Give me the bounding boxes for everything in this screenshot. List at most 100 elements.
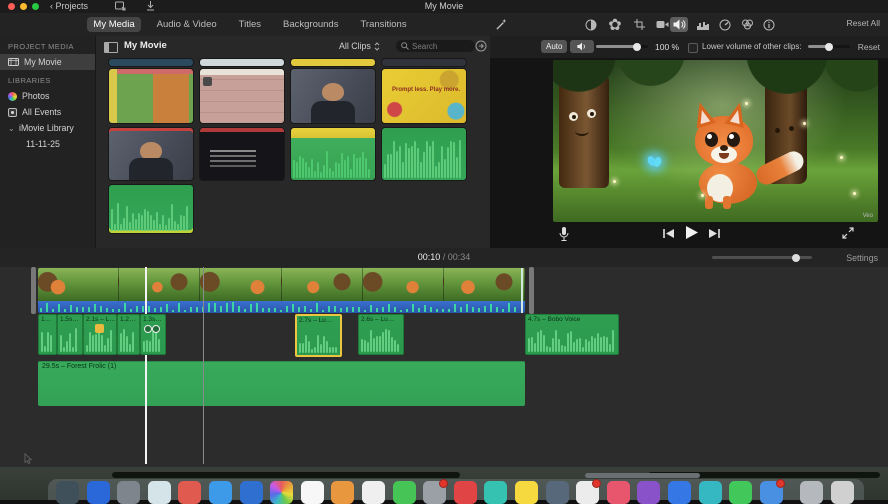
audio-clip[interactable]: 2.7s – Lu… xyxy=(295,314,342,357)
fullscreen-icon[interactable] xyxy=(842,227,854,239)
sidebar-item-all-events[interactable]: All Events xyxy=(0,104,95,120)
clip-effect-badge xyxy=(95,324,104,333)
pointer-icon xyxy=(24,453,33,464)
trim-handle-right[interactable] xyxy=(529,267,534,314)
dock-icon[interactable] xyxy=(576,479,602,504)
color-filters-icon[interactable] xyxy=(738,17,756,32)
fade-handle-right[interactable] xyxy=(152,325,160,333)
tab-transitions[interactable]: Transitions xyxy=(354,17,412,32)
dock-icon[interactable] xyxy=(637,481,661,504)
media-thumbnail-webcam[interactable] xyxy=(291,69,375,123)
reset-button[interactable]: Reset xyxy=(858,42,880,52)
sidebar-item-imovie-library[interactable]: ⌄ iMovie Library xyxy=(0,120,95,136)
dock-icon[interactable] xyxy=(698,481,722,504)
tab-my-media[interactable]: My Media xyxy=(87,17,141,32)
fox-character xyxy=(675,99,807,212)
lower-volume-checkbox[interactable] xyxy=(688,42,698,53)
noise-reduction-icon[interactable] xyxy=(694,17,712,32)
media-thumbnail-partial[interactable] xyxy=(382,59,466,66)
tab-audio-video[interactable]: Audio & Video xyxy=(151,17,223,32)
glowing-butterfly xyxy=(646,155,663,168)
dock-icon[interactable] xyxy=(362,481,385,504)
media-thumbnail-webcam-rec[interactable] xyxy=(109,128,193,180)
audio-clip[interactable]: 4.7s – Bobo Voice xyxy=(525,314,619,355)
previous-frame-icon[interactable] xyxy=(662,228,675,239)
video-preview[interactable]: Veo xyxy=(553,60,878,222)
volume-icon[interactable] xyxy=(670,17,688,32)
speed-icon[interactable] xyxy=(716,17,734,32)
audio-clip[interactable]: 1.5s… xyxy=(57,314,83,355)
timeline-zoom-slider[interactable] xyxy=(712,253,812,262)
color-balance-icon[interactable] xyxy=(582,17,600,32)
playhead[interactable] xyxy=(145,267,147,464)
audio-clip[interactable]: 1.2… xyxy=(117,314,140,355)
dock-icon[interactable] xyxy=(392,481,416,504)
all-events-icon xyxy=(8,107,17,117)
dock-icon[interactable] xyxy=(117,481,141,504)
dock-icon[interactable] xyxy=(515,481,538,504)
project-icon xyxy=(8,58,19,66)
sidebar-item-my-movie[interactable]: My Movie xyxy=(0,54,95,70)
chevron-down-icon[interactable]: ⌄ xyxy=(8,124,15,133)
microphone-icon[interactable] xyxy=(558,226,570,242)
dock-icon[interactable] xyxy=(759,479,785,504)
crop-icon[interactable] xyxy=(630,17,648,32)
play-icon[interactable] xyxy=(684,225,699,240)
tab-backgrounds[interactable]: Backgrounds xyxy=(277,17,344,32)
dock-icon[interactable] xyxy=(423,479,449,504)
dock-icon[interactable] xyxy=(86,481,110,504)
media-thumbnail-document[interactable] xyxy=(200,69,284,123)
media-thumbnail-fox-grid[interactable] xyxy=(109,69,193,123)
filmstrip-frame xyxy=(362,268,444,301)
dock-icon[interactable] xyxy=(729,481,753,504)
media-thumbnail-terminal[interactable] xyxy=(200,128,284,180)
reset-all-button[interactable]: Reset All xyxy=(846,18,880,28)
dock-icon[interactable] xyxy=(147,481,171,504)
video-clip-audio-track[interactable] xyxy=(38,301,525,313)
dock-icon[interactable] xyxy=(545,481,569,504)
audio-clip[interactable]: 1… xyxy=(38,314,57,355)
stabilization-icon[interactable] xyxy=(653,17,671,32)
dock-icon[interactable] xyxy=(56,481,79,504)
media-thumbnail-partial[interactable] xyxy=(200,59,284,66)
audio-clip[interactable]: 1.3s… xyxy=(140,314,166,355)
dock-icon[interactable] xyxy=(300,481,324,504)
dock-icon[interactable] xyxy=(484,481,508,504)
sidebar-item-11-11-25[interactable]: 11-11-25 xyxy=(0,136,95,152)
color-correction-icon[interactable]: ✿ xyxy=(606,17,624,34)
volume-slider[interactable] xyxy=(596,42,648,51)
next-frame-icon[interactable] xyxy=(708,228,721,239)
media-thumbnail-audio-tall[interactable] xyxy=(382,128,466,180)
dock-icon[interactable] xyxy=(239,481,263,504)
dock-icon[interactable] xyxy=(178,481,202,504)
dock-icon[interactable] xyxy=(668,481,691,504)
dock-icon[interactable] xyxy=(606,481,630,504)
sidebar-item-photos[interactable]: Photos xyxy=(0,88,95,104)
dock-icon[interactable] xyxy=(453,481,477,504)
media-thumbnail-promo[interactable]: Prompt less. Play more. xyxy=(382,69,466,123)
media-thumbnail-audio-yellow[interactable] xyxy=(291,128,375,180)
mute-button[interactable] xyxy=(570,40,594,53)
dock-icon[interactable] xyxy=(209,481,232,504)
lower-volume-slider[interactable] xyxy=(808,42,850,51)
media-thumbnail-partial[interactable] xyxy=(109,59,193,66)
video-clip-filmstrip[interactable] xyxy=(38,268,525,301)
auto-volume-button[interactable]: Auto xyxy=(541,40,568,53)
media-thumbnail-audio-wave[interactable] xyxy=(109,185,193,233)
background-music-clip[interactable]: 29.5s – Forest Frolic (1) xyxy=(38,361,525,406)
dock xyxy=(48,479,864,504)
info-icon[interactable] xyxy=(760,17,778,32)
audio-clip[interactable]: 2.6s – Lu… xyxy=(358,314,404,355)
dock-icon[interactable] xyxy=(800,481,824,504)
dock-icon[interactable] xyxy=(331,481,355,504)
dock-icon[interactable] xyxy=(270,481,294,504)
audio-clip[interactable]: 2.1s – L… xyxy=(83,314,117,355)
trim-handle-left[interactable] xyxy=(31,267,36,314)
timeline[interactable]: 29.5s – Forest Frolic (1) 1… 1.5s… 2.1s – … xyxy=(0,267,888,467)
timeline-settings-button[interactable]: Settings xyxy=(846,253,878,263)
fade-handle-left[interactable] xyxy=(144,325,152,333)
media-thumbnail-partial[interactable] xyxy=(291,59,375,66)
enhance-wand-icon[interactable] xyxy=(492,17,510,32)
tab-titles[interactable]: Titles xyxy=(233,17,267,32)
dock-icon[interactable] xyxy=(831,481,854,504)
